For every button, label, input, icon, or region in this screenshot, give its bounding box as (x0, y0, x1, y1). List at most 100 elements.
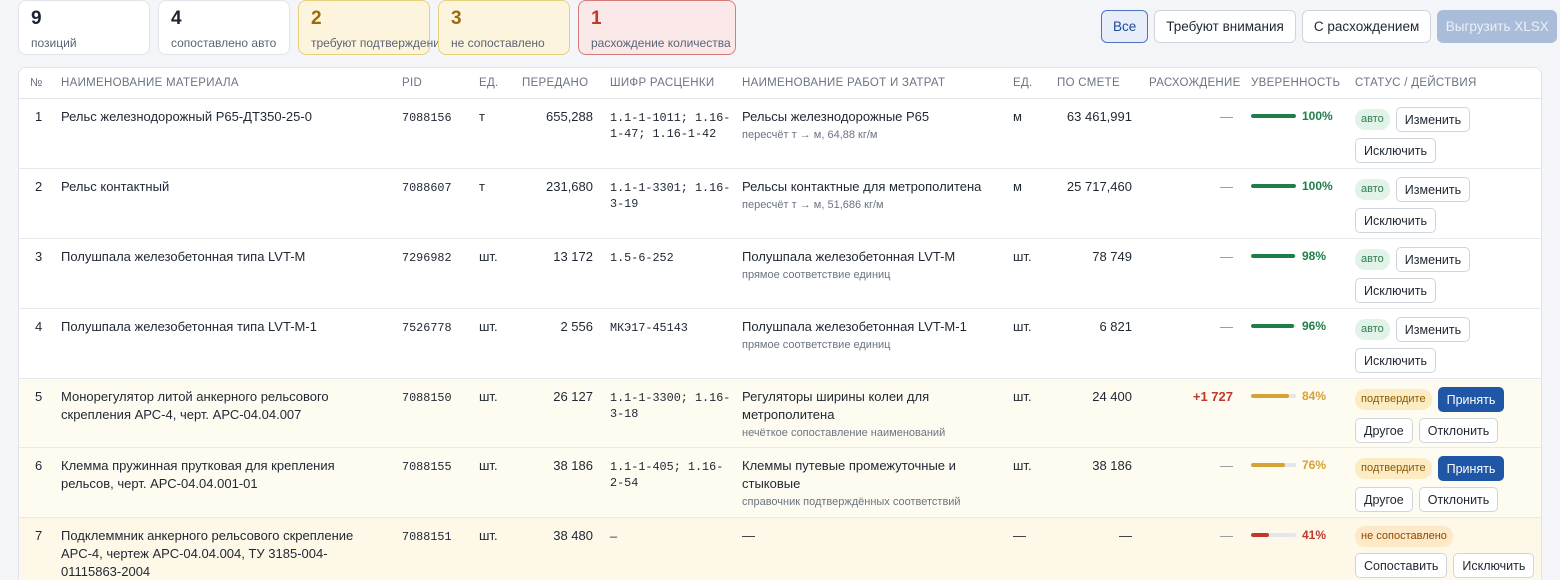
confidence-value: 96% (1302, 319, 1327, 333)
table-header: № Наименование материала PID Ед. Передан… (19, 68, 1541, 99)
row-action-button[interactable]: Изменить (1395, 247, 1471, 272)
summary-value: 1 (591, 8, 602, 29)
confidence-bar (1251, 114, 1296, 118)
row-actions: авто Изменить Исключить (1355, 317, 1535, 373)
row-action-button[interactable]: Изменить (1395, 107, 1471, 132)
transferred-cell: 231,680 (546, 179, 593, 194)
work-name: Клеммы путевые промежуточные и стыковые (742, 458, 956, 491)
row-action-button[interactable]: Исключить (1355, 278, 1436, 303)
status-badge: подтвердите (1355, 458, 1432, 479)
unit-cell: шт. (479, 458, 498, 473)
material-name: Полушпала железобетонная типа LVT-M-1 (61, 319, 317, 334)
summary-label: требуют подтверждения (311, 36, 447, 50)
work-note: справочник подтверждённых соответствий (742, 496, 961, 508)
status-badge: авто (1355, 109, 1390, 130)
work-name: Полушпала железобетонная LVT-M (742, 249, 956, 264)
pid-cell: 7088607 (402, 181, 452, 195)
col-status: Статус / действия (1355, 77, 1477, 89)
table-row: 4 Полушпала железобетонная типа LVT-M-1 75… (19, 309, 1541, 379)
table-row: 5 Монорегулятор литой анкерного рельсовог… (19, 379, 1541, 448)
row-action-button[interactable]: Сопоставить (1355, 553, 1448, 578)
summary-value: 3 (451, 8, 462, 29)
row-number: 3 (35, 249, 43, 264)
row-number: 2 (35, 179, 43, 194)
confidence-meter: 100% (1251, 179, 1333, 193)
row-action-button[interactable]: Изменить (1395, 317, 1471, 342)
confidence-meter: 100% (1251, 109, 1333, 123)
row-action-button[interactable]: Другое (1355, 418, 1413, 443)
materials-table: № Наименование материала PID Ед. Передан… (18, 67, 1542, 580)
work-cell: Рельсы железнодорожные Р65 пересчёт т → м… (742, 108, 997, 142)
row-action-button[interactable]: Принять (1437, 387, 1505, 412)
status-badge: авто (1355, 319, 1390, 340)
unit-cell: т (479, 109, 485, 124)
discrepancy-cell: — (1220, 179, 1233, 194)
row-action-button[interactable]: Отклонить (1418, 418, 1499, 443)
row-action-button[interactable]: Исключить (1453, 553, 1535, 578)
confidence-bar-fill (1251, 254, 1296, 258)
material-name: Рельс железнодорожный Р65-ДТ350-25-0 (61, 109, 312, 124)
col-unit2: Ед. (1013, 77, 1033, 89)
summary-label: расхождение количества (591, 36, 731, 50)
summary-card-confirm: 2 требуют подтверждения (298, 0, 447, 55)
material-name: Рельс контактный (61, 179, 170, 194)
confidence-meter: 98% (1251, 249, 1326, 263)
confidence-meter: 96% (1251, 319, 1326, 333)
material-name: Монорегулятор литой анкерного рельсового… (61, 389, 329, 422)
status-badge: авто (1355, 249, 1390, 270)
row-action-button[interactable]: Другое (1355, 487, 1413, 512)
table-row: 3 Полушпала железобетонная типа LVT-M 7296… (19, 239, 1541, 309)
summary-card-discrepancy: 1 расхождение количества (578, 0, 736, 55)
work-note: пересчёт т → м, 64,88 кг/м (742, 129, 878, 141)
summary-cards: 9 позиций 4 сопоставлено авто 2 требуют … (18, 0, 736, 55)
confidence-bar (1251, 254, 1296, 258)
unit-cell: т (479, 179, 485, 194)
pid-cell: 7088155 (402, 460, 452, 474)
row-action-button[interactable]: Исключить (1355, 348, 1436, 373)
filter-attention-button[interactable]: Требуют внимания (1154, 10, 1296, 43)
price-code-cell: МКЭ17-45143 (610, 321, 688, 335)
filter-all-button[interactable]: Все (1101, 10, 1149, 43)
row-action-button[interactable]: Изменить (1395, 177, 1471, 202)
summary-value: 2 (311, 8, 322, 29)
col-confidence: Уверенность (1251, 77, 1341, 89)
status-badge: подтвердите (1355, 389, 1432, 410)
work-cell: — (742, 527, 997, 545)
unit-cell: шт. (479, 319, 498, 334)
row-action-button[interactable]: Принять (1437, 456, 1505, 481)
discrepancy-cell: — (1220, 458, 1233, 473)
price-code-cell: 1.1-1-3300; 1.16-3-18 (610, 391, 731, 421)
col-work: Наименование работ и затрат (742, 77, 946, 89)
col-unit: Ед. (479, 77, 499, 89)
row-number: 7 (35, 528, 43, 543)
confidence-value: 100% (1302, 109, 1333, 123)
discrepancy-cell: — (1220, 109, 1233, 124)
row-action-button[interactable]: Исключить (1355, 208, 1436, 233)
confidence-value: 100% (1302, 179, 1333, 193)
discrepancy-cell: — (1220, 249, 1233, 264)
row-actions: авто Изменить Исключить (1355, 247, 1535, 303)
table-row: 6 Клемма пружинная прутковая для креплени… (19, 448, 1541, 518)
row-action-button[interactable]: Исключить (1355, 138, 1436, 163)
price-code-cell: 1.1-1-1011; 1.16-1-47; 1.16-1-42 (610, 111, 731, 141)
col-transferred: Передано (522, 77, 589, 89)
work-cell: Рельсы контактные для метрополитена перес… (742, 178, 997, 212)
pid-cell: 7296982 (402, 251, 452, 265)
transferred-cell: 2 556 (560, 319, 593, 334)
material-name: Подклеммник анкерного рельсового скрепле… (61, 528, 354, 579)
row-action-button[interactable]: Отклонить (1418, 487, 1499, 512)
transferred-cell: 13 172 (553, 249, 593, 264)
confidence-bar-fill (1251, 394, 1289, 398)
col-num: № (30, 77, 43, 89)
export-xlsx-button[interactable]: Выгрузить XLSX (1437, 10, 1558, 43)
confidence-meter: 84% (1251, 389, 1326, 403)
col-pid: PID (402, 77, 423, 89)
material-name: Полушпала железобетонная типа LVT-M (61, 249, 306, 264)
filter-discrepancy-button[interactable]: С расхождением (1301, 10, 1432, 43)
row-number: 4 (35, 319, 43, 334)
estimate-cell: 78 749 (1092, 249, 1132, 264)
summary-card-positions: 9 позиций (18, 0, 150, 55)
estimate-cell: — (1119, 528, 1132, 543)
transferred-cell: 26 127 (553, 389, 593, 404)
work-name: Рельсы контактные для метрополитена (742, 179, 982, 194)
